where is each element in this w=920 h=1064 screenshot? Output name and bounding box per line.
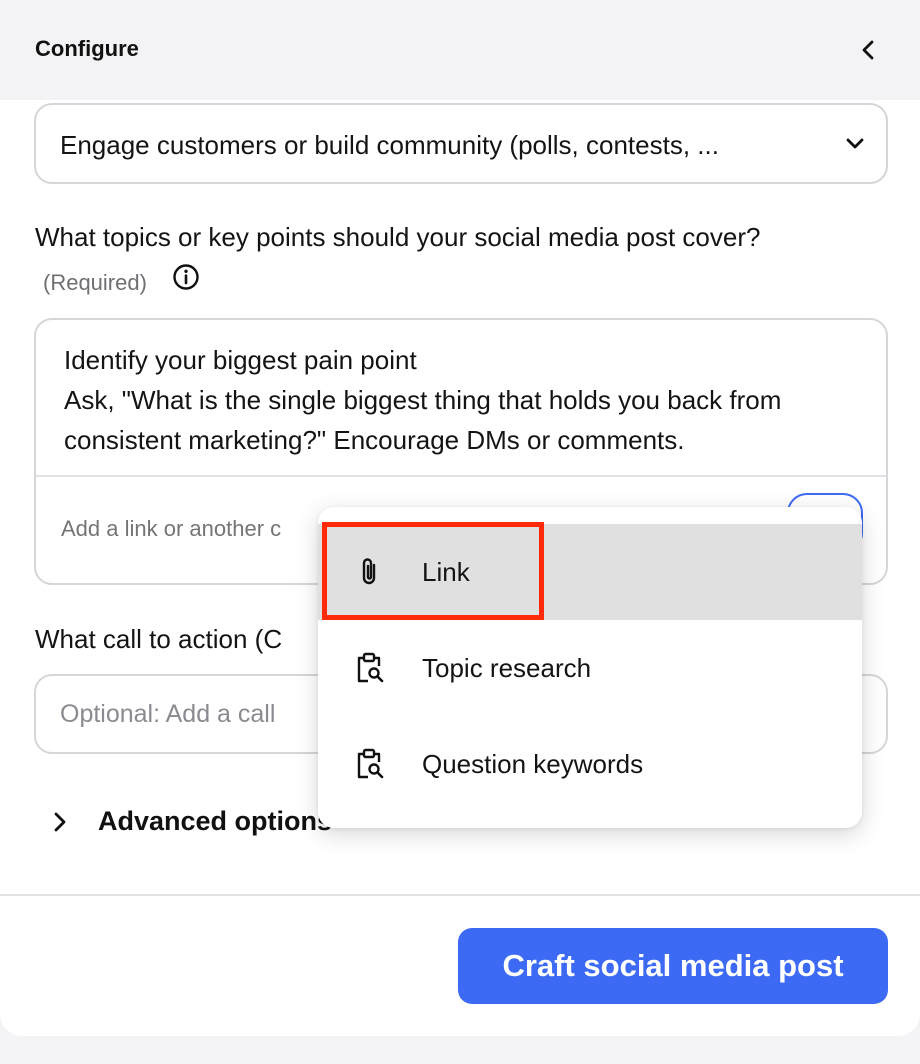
chevron-left-icon bbox=[862, 40, 874, 60]
panel-title: Configure bbox=[35, 36, 139, 61]
source-dropdown-menu: Link Topic research Question keywords bbox=[318, 507, 862, 828]
topics-text: Identify your biggest pain point Ask, "W… bbox=[64, 340, 864, 460]
menu-item-question-keywords[interactable]: Question keywords bbox=[318, 716, 862, 812]
menu-item-link[interactable]: Link bbox=[318, 524, 862, 620]
menu-item-label: Question keywords bbox=[422, 749, 644, 779]
cta-label: What call to action (C bbox=[35, 624, 283, 654]
topics-question-label: What topics or key points should your so… bbox=[35, 222, 761, 252]
goal-select-value: Engage customers or build community (pol… bbox=[60, 130, 719, 160]
topics-line-2: Ask, "What is the single biggest thing t… bbox=[64, 385, 782, 455]
topics-divider bbox=[36, 475, 886, 477]
chevron-right-icon bbox=[54, 812, 66, 831]
clipboard-search-icon bbox=[352, 746, 388, 782]
paperclip-icon bbox=[352, 554, 388, 590]
chevron-down-icon bbox=[844, 132, 866, 159]
add-link-input[interactable] bbox=[61, 516, 361, 542]
topics-line-1: Identify your biggest pain point bbox=[64, 345, 417, 375]
collapse-button[interactable] bbox=[852, 34, 884, 66]
panel-header: Configure bbox=[0, 0, 920, 100]
info-icon[interactable] bbox=[172, 263, 200, 296]
menu-item-label: Topic research bbox=[422, 653, 592, 683]
goal-select[interactable]: Engage customers or build community (pol… bbox=[34, 103, 888, 184]
required-label: (Required) bbox=[43, 270, 147, 295]
advanced-options-toggle[interactable]: Advanced options bbox=[50, 806, 332, 837]
footer-divider bbox=[0, 894, 920, 896]
menu-item-topic-research[interactable]: Topic research bbox=[318, 620, 862, 716]
craft-post-button[interactable]: Craft social media post bbox=[458, 928, 888, 1004]
clipboard-search-icon bbox=[352, 650, 388, 686]
advanced-options-label: Advanced options bbox=[98, 806, 333, 836]
menu-item-label: Link bbox=[422, 557, 470, 587]
